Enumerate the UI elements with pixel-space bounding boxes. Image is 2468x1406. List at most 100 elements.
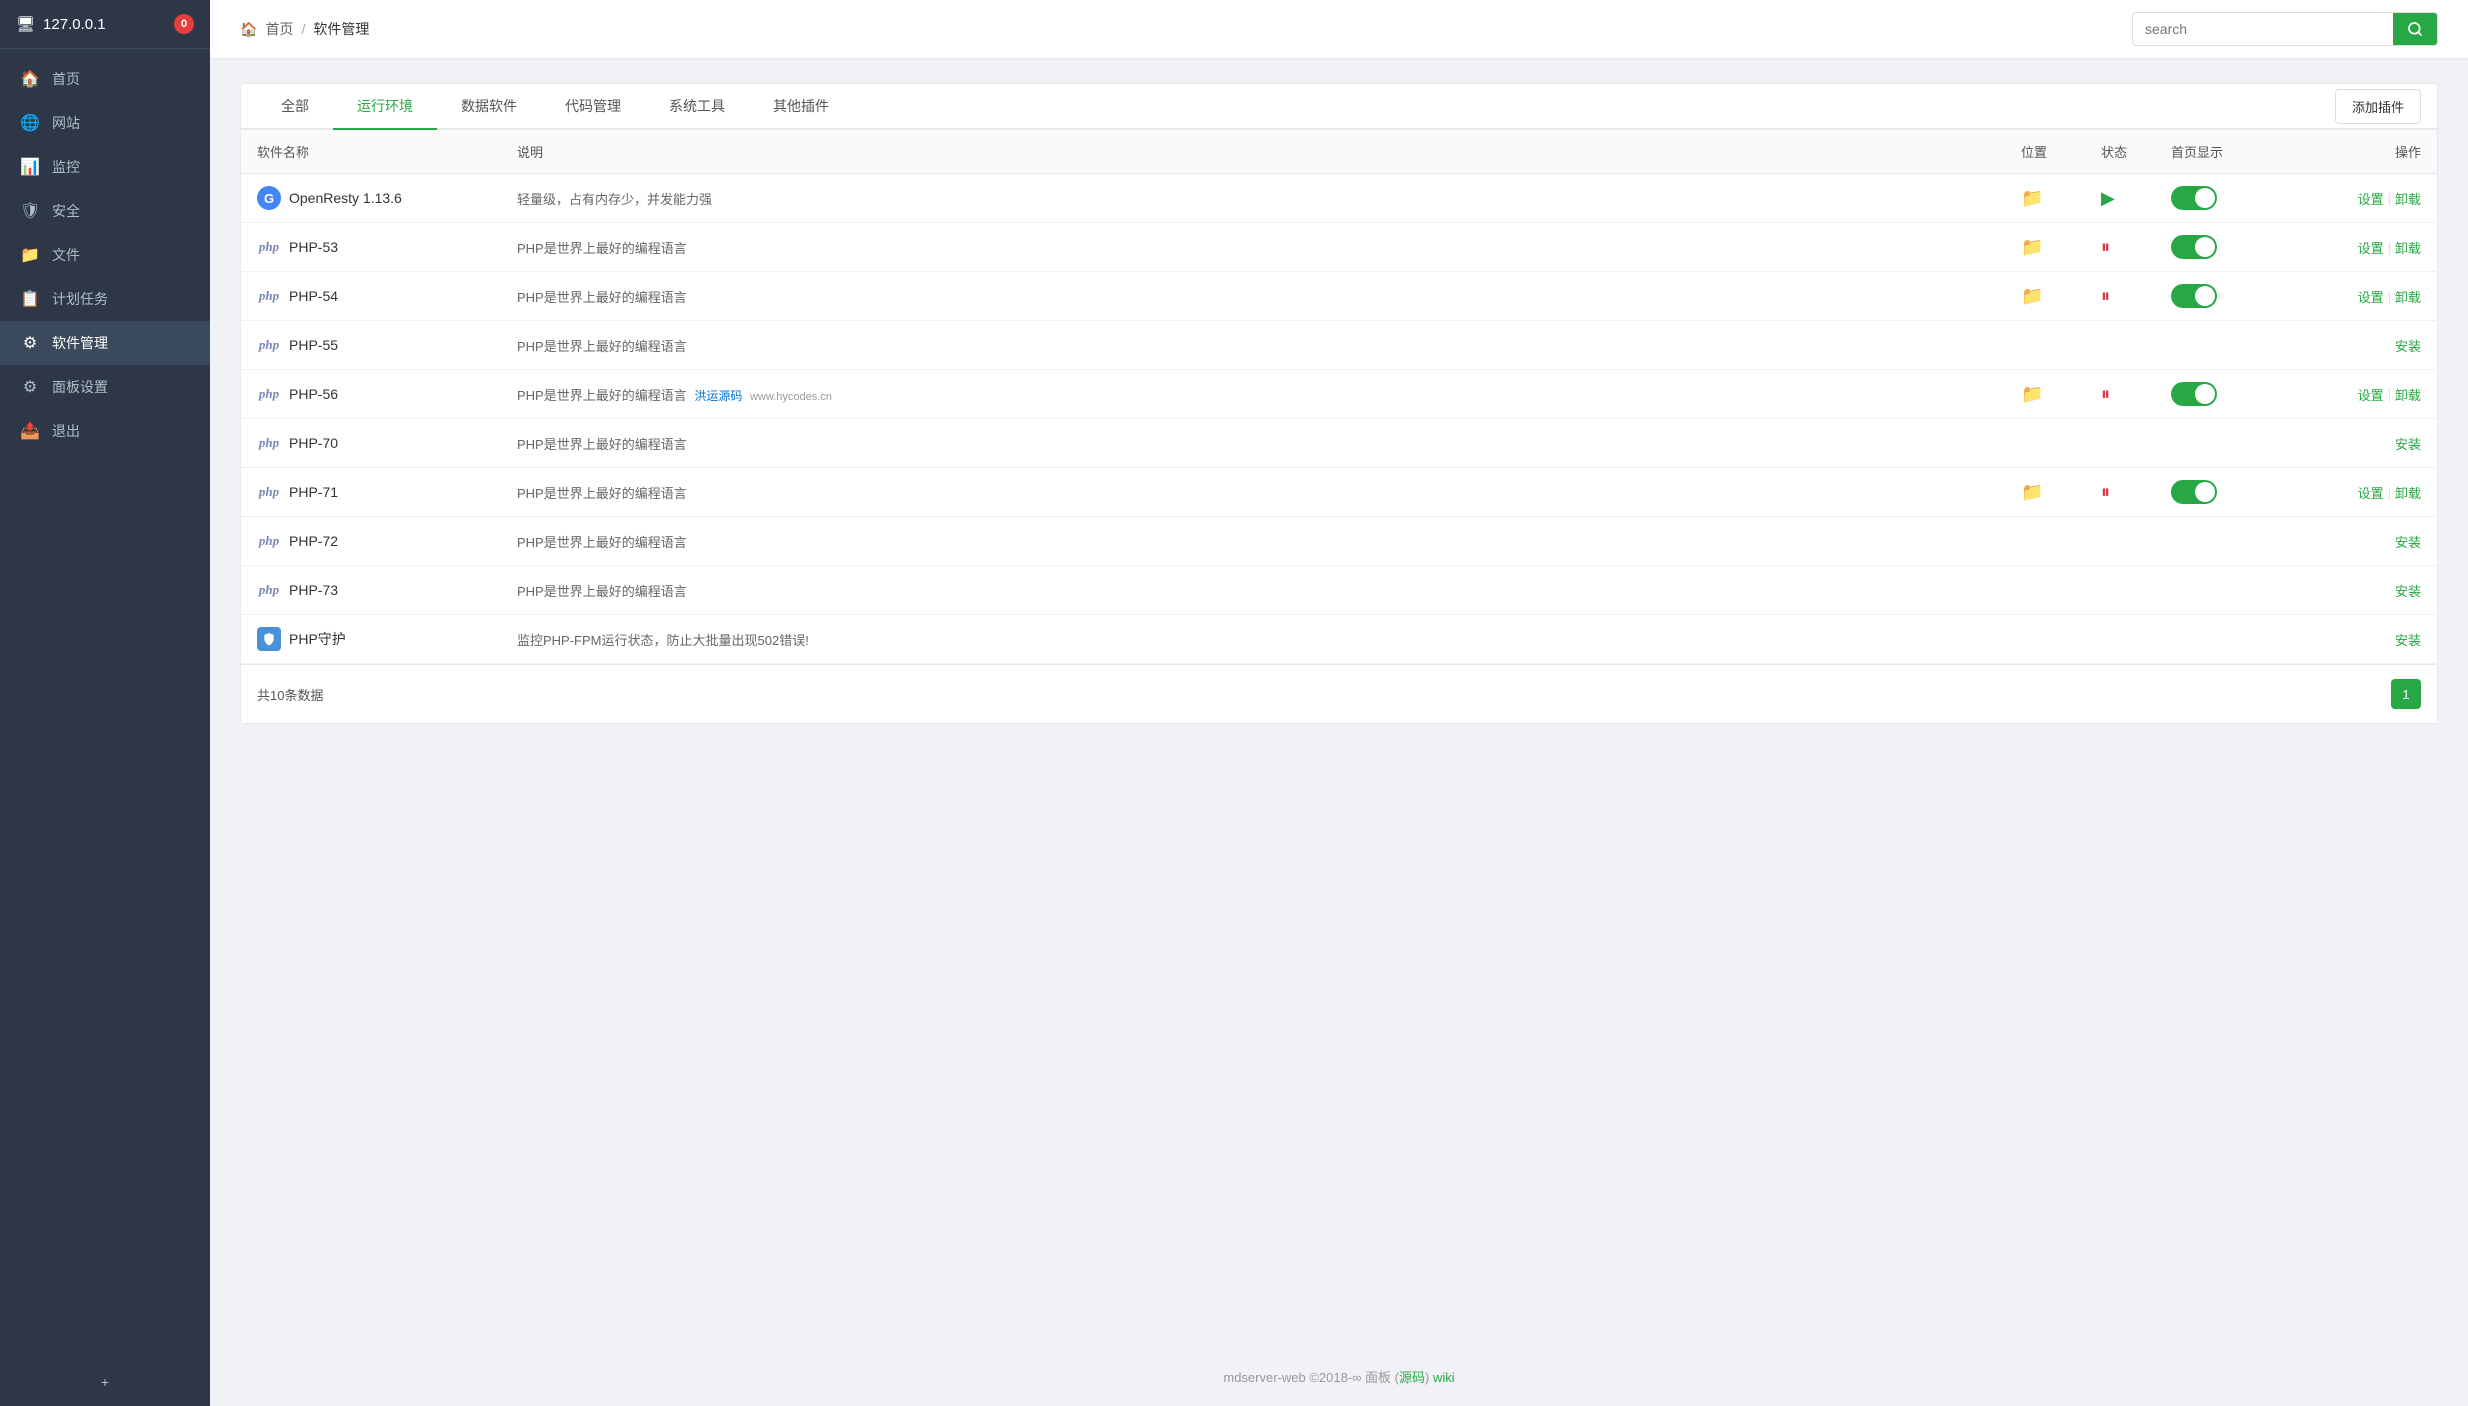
uninstall-link-php54[interactable]: 卸载: [2395, 287, 2421, 306]
breadcrumb-separator: /: [301, 21, 305, 37]
sidebar-item-website[interactable]: 🌐 网站: [0, 101, 210, 145]
table-row: php PHP-56 PHP是世界上最好的编程语言 洪运源码 www.hycod…: [241, 370, 2437, 419]
folder-icon[interactable]: 📁: [2021, 188, 2043, 209]
search-input[interactable]: [2133, 13, 2393, 45]
sidebar-label-software: 软件管理: [52, 333, 108, 353]
folder-icon[interactable]: 📁: [2021, 482, 2043, 503]
tab-all[interactable]: 全部: [257, 84, 333, 130]
sidebar-item-monitor[interactable]: 📊 监控: [0, 145, 210, 189]
tab-database[interactable]: 数据软件: [437, 84, 541, 130]
logout-icon: 📤: [20, 421, 40, 441]
php53-actions: 设置 | 卸载: [2271, 238, 2421, 257]
php71-location: 📁: [2021, 482, 2101, 503]
notification-badge[interactable]: 0: [174, 14, 194, 34]
breadcrumb-current: 软件管理: [313, 19, 369, 39]
homepage-toggle-php56[interactable]: [2171, 382, 2217, 406]
homepage-toggle-php54[interactable]: [2171, 284, 2217, 308]
status-paused-icon: ⏸: [2101, 237, 2110, 258]
uninstall-link-php56[interactable]: 卸载: [2395, 385, 2421, 404]
homepage-toggle-php53[interactable]: [2171, 235, 2217, 259]
sidebar-server: 🖥 127.0.0.1: [16, 15, 106, 33]
folder-icon[interactable]: 📁: [2021, 384, 2043, 405]
sidebar-item-logout[interactable]: 📤 退出: [0, 409, 210, 453]
col-header-action: 操作: [2271, 142, 2421, 161]
software-name-php72: php PHP-72: [257, 529, 517, 553]
php53-status: ⏸: [2101, 237, 2171, 258]
tab-actions: 添加插件: [2335, 89, 2421, 124]
table-footer: 共10条数据 1: [241, 664, 2437, 723]
sidebar-item-security[interactable]: 🛡 安全: [0, 189, 210, 233]
sidebar-nav: 🏠 首页 🌐 网站 📊 监控 🛡 安全 📁 文件 📋 计划任务 ⚙ 软件管理 ⚙: [0, 49, 210, 1358]
phpguard-icon: [257, 627, 281, 651]
phpguard-label: PHP守护: [289, 629, 346, 649]
install-link-phpguard[interactable]: 安装: [2395, 630, 2421, 649]
col-header-desc: 说明: [517, 142, 2021, 161]
php56-actions: 设置 | 卸载: [2271, 385, 2421, 404]
php54-homepage: [2171, 284, 2271, 308]
tab-code[interactable]: 代码管理: [541, 84, 645, 130]
footer-separator: ): [1425, 1370, 1433, 1385]
sidebar: 🖥 127.0.0.1 0 🏠 首页 🌐 网站 📊 监控 🛡 安全 📁 文件 📋…: [0, 0, 210, 1406]
tab-plugins[interactable]: 其他插件: [749, 84, 853, 130]
php56-desc-link[interactable]: 洪运源码: [694, 389, 742, 403]
php72-actions: 安装: [2271, 532, 2421, 551]
sidebar-item-panel-settings[interactable]: ⚙ 面板设置: [0, 365, 210, 409]
phpguard-desc: 监控PHP-FPM运行状态，防止大批量出现502错误!: [517, 630, 2021, 649]
folder-icon[interactable]: 📁: [2021, 286, 2043, 307]
total-count: 共10条数据: [257, 685, 323, 704]
search-button[interactable]: [2393, 13, 2437, 45]
openresty-label: OpenResty 1.13.6: [289, 190, 402, 206]
uninstall-link-php71[interactable]: 卸载: [2395, 483, 2421, 502]
software-name-phpguard: PHP守护: [257, 627, 517, 651]
uninstall-link-php53[interactable]: 卸载: [2395, 238, 2421, 257]
settings-link-php71[interactable]: 设置: [2358, 483, 2384, 502]
table-row: G OpenResty 1.13.6 轻量级，占有内存少，并发能力强 📁 ▶: [241, 174, 2437, 223]
settings-link-php53[interactable]: 设置: [2358, 238, 2384, 257]
col-header-name: 软件名称: [257, 142, 517, 161]
openresty-location: 📁: [2021, 188, 2101, 209]
uninstall-link-openresty[interactable]: 卸载: [2395, 189, 2421, 208]
status-running-icon: ▶: [2101, 188, 2115, 209]
php-icon: php: [257, 382, 281, 406]
php54-label: PHP-54: [289, 288, 338, 304]
install-link-php73[interactable]: 安装: [2395, 581, 2421, 600]
home-icon: 🏠: [20, 69, 40, 89]
footer-text: mdserver-web ©2018-∞ 面板 (: [1223, 1370, 1399, 1385]
status-paused-icon: ⏸: [2101, 384, 2110, 405]
homepage-toggle-php71[interactable]: [2171, 480, 2217, 504]
sidebar-label-home: 首页: [52, 69, 80, 89]
server-address: 127.0.0.1: [43, 16, 106, 33]
tab-tools[interactable]: 系统工具: [645, 84, 749, 130]
install-link-php72[interactable]: 安装: [2395, 532, 2421, 551]
sidebar-label-files: 文件: [52, 245, 80, 265]
breadcrumb-home[interactable]: 首页: [265, 19, 293, 39]
php-icon: php: [257, 529, 281, 553]
software-name-php73: php PHP-73: [257, 578, 517, 602]
sidebar-item-software[interactable]: ⚙ 软件管理: [0, 321, 210, 365]
php54-status: ⏸: [2101, 286, 2171, 307]
homepage-toggle-openresty[interactable]: [2171, 186, 2217, 210]
php72-desc: PHP是世界上最好的编程语言: [517, 532, 2021, 551]
folder-icon[interactable]: 📁: [2021, 237, 2043, 258]
settings-link-php54[interactable]: 设置: [2358, 287, 2384, 306]
php71-homepage: [2171, 480, 2271, 504]
install-link-php70[interactable]: 安装: [2395, 434, 2421, 453]
sidebar-item-home[interactable]: 🏠 首页: [0, 57, 210, 101]
sidebar-add-button[interactable]: +: [0, 1358, 210, 1406]
settings-link-php56[interactable]: 设置: [2358, 385, 2384, 404]
table-row: php PHP-54 PHP是世界上最好的编程语言 📁 ⏸ 设: [241, 272, 2437, 321]
openresty-actions: 设置 | 卸载: [2271, 189, 2421, 208]
page-1-button[interactable]: 1: [2391, 679, 2421, 709]
php-icon: php: [257, 235, 281, 259]
table-row: php PHP-71 PHP是世界上最好的编程语言 📁 ⏸ 设: [241, 468, 2437, 517]
sidebar-label-settings: 面板设置: [52, 377, 108, 397]
source-link[interactable]: 源码: [1399, 1370, 1425, 1385]
add-plugin-button[interactable]: 添加插件: [2335, 89, 2421, 124]
install-link-php55[interactable]: 安装: [2395, 336, 2421, 355]
tab-runtime[interactable]: 运行环境: [333, 84, 437, 130]
sidebar-item-files[interactable]: 📁 文件: [0, 233, 210, 277]
sidebar-item-schedule[interactable]: 📋 计划任务: [0, 277, 210, 321]
wiki-link[interactable]: wiki: [1433, 1370, 1455, 1385]
php53-location: 📁: [2021, 237, 2101, 258]
settings-link-openresty[interactable]: 设置: [2358, 189, 2384, 208]
